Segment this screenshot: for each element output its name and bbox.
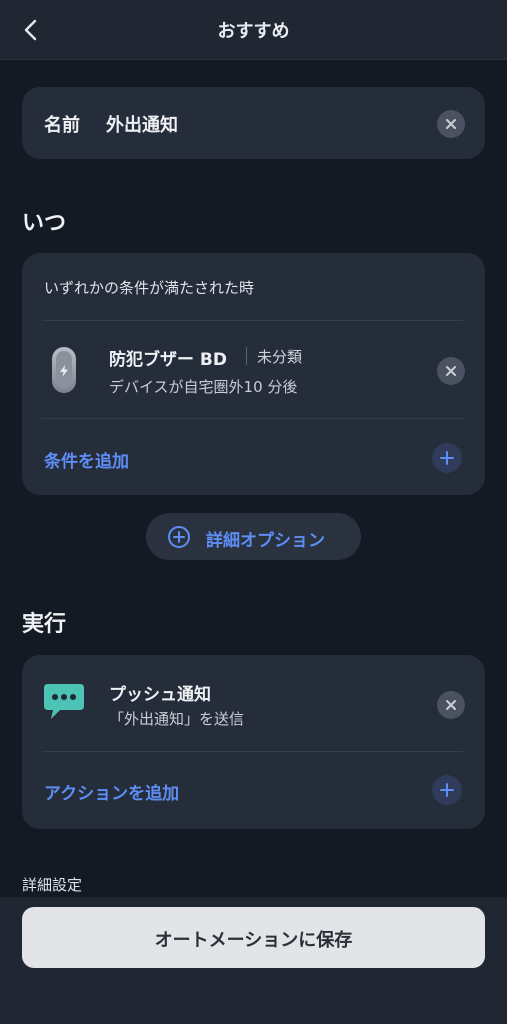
add-action-link[interactable]: アクションを追加 xyxy=(44,779,179,804)
advanced-settings-label: 詳細設定 xyxy=(22,876,83,894)
action-description: 「外出通知」を送信 xyxy=(109,710,245,728)
remove-action-button[interactable] xyxy=(437,691,465,719)
close-icon xyxy=(446,119,456,129)
name-value[interactable]: 外出通知 xyxy=(106,111,178,137)
condition-header: いずれかの条件が満たされた時 xyxy=(44,279,255,297)
add-condition-link[interactable]: 条件を追加 xyxy=(44,447,129,472)
close-icon xyxy=(446,700,456,710)
close-icon xyxy=(446,366,456,376)
when-section-title: いつ xyxy=(22,211,67,236)
chat-bubble-icon xyxy=(44,684,84,719)
save-automation-button[interactable]: オートメーションに保存 xyxy=(22,907,485,968)
condition-card: いずれかの条件が満たされた時 防犯ブザー BD 未分類 デバイスが自宅圏外10 … xyxy=(22,253,485,495)
divider xyxy=(42,320,463,321)
add-condition-button[interactable] xyxy=(432,443,462,473)
footer: オートメーションに保存 xyxy=(0,897,507,1024)
device-description: デバイスが自宅圏外10 分後 xyxy=(109,378,298,396)
detail-options-button[interactable]: 詳細オプション xyxy=(146,513,361,560)
device-category: 未分類 xyxy=(257,348,303,366)
security-buzzer-icon xyxy=(52,347,76,393)
plus-icon xyxy=(440,783,454,797)
action-card: プッシュ通知 「外出通知」を送信 アクションを追加 xyxy=(22,655,485,829)
name-card: 名前 外出通知 xyxy=(22,87,485,159)
detail-options-label: 詳細オプション xyxy=(206,531,325,551)
top-bar: おすすめ xyxy=(0,0,507,60)
name-label: 名前 xyxy=(44,115,80,136)
clear-name-button[interactable] xyxy=(437,110,465,138)
action-name: プッシュ通知 xyxy=(109,685,211,705)
plus-circle-icon xyxy=(168,526,190,548)
save-automation-label: オートメーションに保存 xyxy=(154,930,353,951)
add-action-button[interactable] xyxy=(432,775,462,805)
remove-condition-button[interactable] xyxy=(437,357,465,385)
divider xyxy=(246,347,247,365)
plus-icon xyxy=(440,451,454,465)
exec-section-title: 実行 xyxy=(22,612,67,637)
divider xyxy=(42,418,463,419)
page-title: おすすめ xyxy=(217,21,290,42)
device-name: 防犯ブザー BD xyxy=(109,350,227,370)
divider xyxy=(42,751,463,752)
